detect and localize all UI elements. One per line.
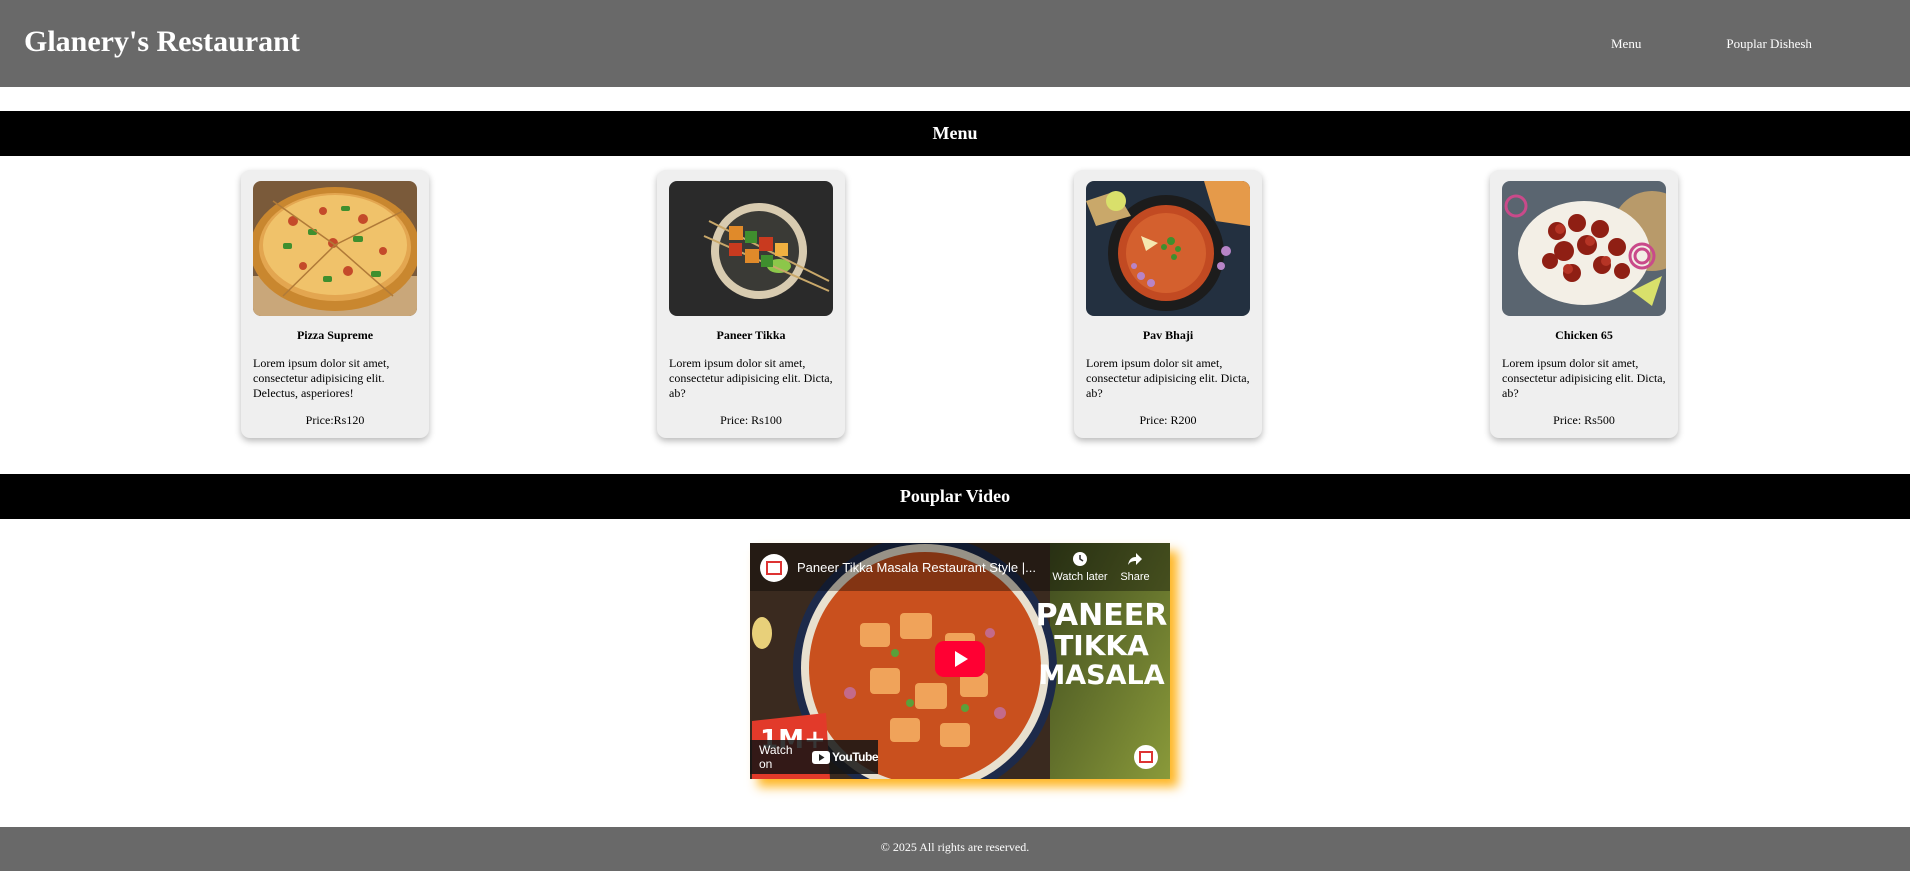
dish-name: Pav Bhaji: [1142, 328, 1194, 342]
share-icon: [1128, 553, 1142, 565]
paneer-tikka-image: [669, 181, 833, 316]
thumbnail-line-3: MASALA: [1038, 660, 1165, 691]
dish-price: Price: R200: [1139, 413, 1197, 427]
thumbnail-text: PANEER TIKKA MASALA: [1033, 601, 1170, 691]
dish-description: Lorem ipsum dolor sit amet, consectetur …: [253, 356, 390, 400]
youtube-logo: YouTube: [811, 750, 879, 764]
dish-price: Price: Rs100: [720, 413, 782, 427]
watch-later-label: Watch later: [1052, 571, 1108, 583]
watch-later-button[interactable]: Watch later: [1050, 551, 1110, 583]
pav-bhaji-image: [1086, 181, 1250, 316]
clock-icon: [1073, 552, 1087, 566]
chicken-65-image: [1502, 181, 1666, 316]
dish-name: Paneer Tikka: [716, 328, 786, 342]
dish-card: Pizza Supreme Lorem ipsum dolor sit amet…: [241, 170, 429, 438]
share-button[interactable]: Share: [1110, 551, 1160, 583]
youtube-wordmark: YouTube: [831, 750, 879, 764]
dish-description: Lorem ipsum dolor sit amet, consectetur …: [669, 356, 833, 400]
watch-on-label: Watch on: [759, 743, 793, 771]
dish-description: Lorem ipsum dolor sit amet, consectetur …: [1086, 356, 1250, 400]
dish-price: Price: Rs500: [1553, 413, 1615, 427]
video-heading: Pouplar Video: [0, 474, 1910, 519]
youtube-video-embed[interactable]: 1M+ Paneer Tikka Masala Restaurant Style…: [750, 543, 1170, 779]
menu-heading: Menu: [0, 111, 1910, 156]
main-nav: Menu Pouplar Dishesh: [1611, 0, 1812, 87]
pizza-image: [253, 181, 417, 316]
play-button[interactable]: [935, 641, 985, 677]
dish-card: Pav Bhaji Lorem ipsum dolor sit amet, co…: [1074, 170, 1262, 438]
youtube-icon: [811, 750, 830, 764]
video-title[interactable]: Paneer Tikka Masala Restaurant Style |..…: [797, 560, 1036, 575]
site-footer: © 2025 All rights are reserved.: [0, 827, 1910, 871]
dish-name: Pizza Supreme: [296, 328, 374, 342]
dish-description: Lorem ipsum dolor sit amet, consectetur …: [1502, 356, 1666, 400]
watch-on-youtube-button[interactable]: Watch on YouTube: [750, 740, 879, 774]
copyright-text: © 2025 All rights are reserved.: [880, 840, 1030, 854]
nav-link-menu[interactable]: Menu: [1611, 36, 1641, 52]
dish-name: Chicken 65: [1555, 328, 1613, 342]
channel-avatar[interactable]: [759, 553, 789, 583]
nav-link-popular-dishes[interactable]: Pouplar Dishesh: [1726, 36, 1812, 52]
site-header: Glanery's Restaurant Menu Pouplar Dishes…: [0, 0, 1910, 87]
share-label: Share: [1120, 571, 1150, 583]
dish-price: Price:Rs120: [305, 413, 365, 427]
dish-card: Chicken 65 Lorem ipsum dolor sit amet, c…: [1490, 170, 1678, 438]
thumbnail-line-1: PANEER: [1035, 598, 1168, 633]
thumbnail-line-2: TIKKA: [1054, 629, 1149, 662]
site-title: Glanery's Restaurant: [24, 25, 300, 58]
dish-card: Paneer Tikka Lorem ipsum dolor sit amet,…: [657, 170, 845, 438]
channel-watermark[interactable]: [1133, 744, 1159, 770]
